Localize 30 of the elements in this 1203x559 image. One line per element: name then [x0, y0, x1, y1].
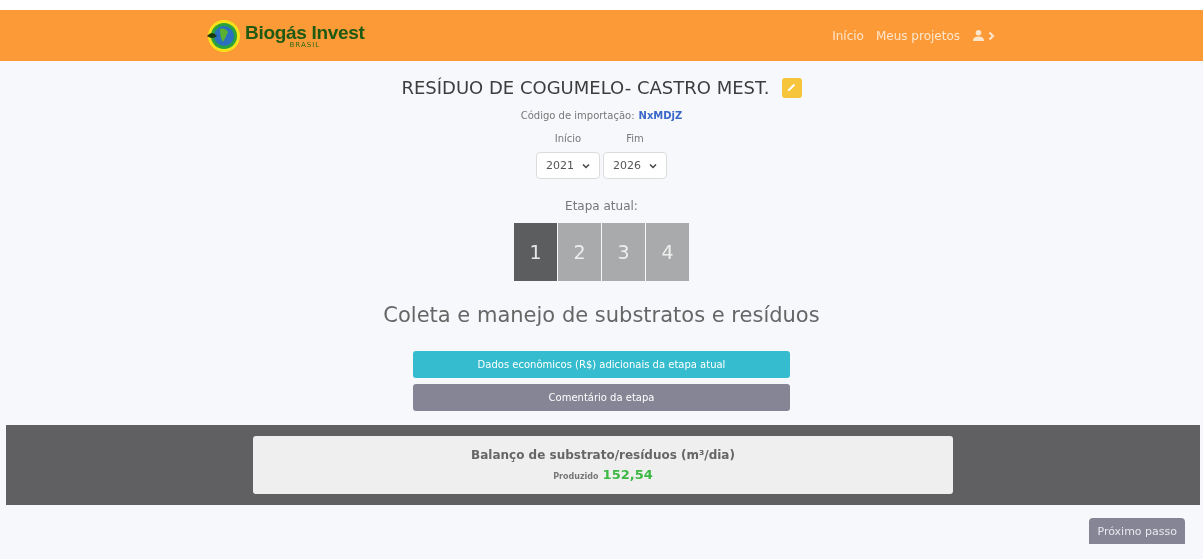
globe-logo-icon [205, 17, 241, 54]
nav-link[interactable]: Início [832, 28, 864, 43]
nav-link[interactable]: Meus projetos [875, 28, 960, 43]
action-button[interactable]: Dados econômicos (R$) adicionais da etapa atual [413, 351, 790, 378]
chevron-right-icon [988, 30, 995, 41]
balance-title: Balanço de substrato/resíduos (m³/dia) [471, 448, 735, 462]
import-code-label: Código de importação: [520, 110, 635, 121]
chevron-down-icon [649, 162, 657, 169]
stage-step[interactable]: 4 [646, 223, 689, 281]
produced-value: 152,54 [602, 467, 653, 482]
year-select[interactable]: 2026 [603, 152, 667, 179]
chevron-down-icon [582, 162, 590, 169]
produced-label: Produzido [553, 472, 599, 481]
edit-button[interactable] [781, 77, 802, 98]
pencil-icon [786, 82, 798, 93]
stage-step[interactable]: 2 [558, 223, 601, 281]
project-title: RESÍDUO DE COGUMELO- CASTRO MEST. [401, 77, 770, 98]
logo-text: Biogás Invest [245, 22, 365, 42]
year-label: Início [554, 133, 582, 144]
next-step-button[interactable]: Próximo passo [1089, 518, 1185, 544]
action-button[interactable]: Comentário da etapa [413, 384, 790, 411]
user-icon [972, 29, 985, 42]
stage-label: Etapa atual: [565, 199, 638, 213]
stage-step[interactable]: 3 [602, 223, 645, 281]
import-code: NxMDjZ [638, 110, 683, 121]
stage-title: Coleta e manejo de substratos e resíduos [383, 303, 820, 327]
user-menu-button[interactable] [972, 29, 995, 42]
year-select[interactable]: 2021 [536, 152, 600, 179]
stage-step[interactable]: 1 [514, 223, 557, 281]
year-label: Fim [626, 133, 644, 144]
